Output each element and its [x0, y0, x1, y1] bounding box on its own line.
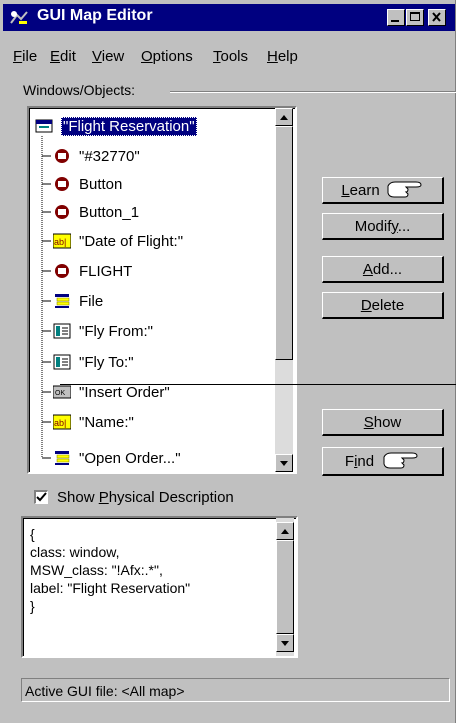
tree-item-label: Button [79, 175, 123, 193]
windows-objects-label: Windows/Objects: [23, 82, 140, 98]
menu-view[interactable]: View [92, 48, 124, 65]
description-scrollbar[interactable] [276, 518, 294, 656]
window-title: GUI Map Editor [37, 7, 153, 24]
list-icon [53, 354, 71, 370]
maximize-button[interactable] [406, 9, 424, 26]
tree-item-label: File [79, 292, 104, 310]
menu-bar: File Edit View Options Tools Help [3, 35, 455, 65]
menu-edit[interactable]: Edit [50, 48, 76, 65]
svg-text:ab|: ab| [54, 237, 66, 247]
scroll-up-button[interactable] [275, 108, 293, 126]
show-button[interactable]: Show [322, 409, 444, 436]
connector-line [60, 384, 456, 385]
tree-item-label: "Fly To:" [79, 353, 134, 371]
tree-item[interactable]: Button_1 [53, 198, 139, 226]
show-physical-label[interactable]: Show Physical Description [57, 489, 234, 506]
add-button[interactable]: Add... [322, 256, 444, 283]
tree-item-label: Button_1 [79, 203, 140, 221]
tree-scrollbar[interactable] [275, 108, 293, 472]
show-physical-checkbox[interactable] [34, 490, 48, 504]
tree-item[interactable]: "#32770" [53, 142, 140, 170]
gui-map-editor-window: GUI Map Editor File Edit View Options To… [0, 0, 456, 723]
description-line: { [30, 526, 35, 542]
tree-item-label: FLIGHT [79, 262, 133, 280]
tree-item[interactable]: Button [53, 170, 122, 198]
description-line: class: window, [30, 544, 120, 560]
window-icon [35, 119, 53, 133]
checkmark-icon [36, 492, 47, 502]
group-divider [170, 91, 456, 93]
edit-field-icon: ab| [53, 414, 71, 430]
tree-item[interactable]: OK "Insert Order" [53, 378, 170, 406]
description-line: label: "Flight Reservation" [30, 580, 191, 596]
scroll-down-button[interactable] [276, 634, 294, 652]
dialog-icon [55, 149, 69, 163]
menu-icon [55, 294, 70, 308]
description-line: MSW_class: "!Afx:.*", [30, 562, 163, 578]
title-bar[interactable]: GUI Map Editor [3, 4, 455, 31]
physical-description-box[interactable]: { class: window, MSW_class: "!Afx:.*", l… [21, 516, 298, 658]
menu-options[interactable]: Options [141, 48, 193, 65]
tree-item[interactable]: ab| "Date of Flight:" [53, 227, 183, 255]
tree-item[interactable]: "Open Order..." [53, 444, 181, 472]
push-button-icon: OK [53, 385, 71, 399]
tree-item[interactable]: ab| "Name:" [53, 408, 134, 436]
arrow-up-icon [280, 114, 288, 120]
status-bar: Active GUI file: <All map> [21, 678, 450, 702]
scroll-thumb[interactable] [275, 126, 293, 360]
scroll-thumb[interactable] [276, 540, 294, 634]
menu-help[interactable]: Help [267, 48, 298, 65]
tree-item[interactable]: "Fly To:" [53, 348, 134, 376]
tree-item-label: "Name:" [79, 413, 134, 431]
tree-item-label: "Insert Order" [79, 383, 170, 401]
app-icon [10, 11, 28, 24]
tree-root-item[interactable]: "Flight Reservation" [35, 112, 197, 140]
objects-tree[interactable]: "Flight Reservation" "#32770" Button But… [27, 106, 297, 474]
svg-text:ab|: ab| [54, 418, 66, 428]
tree-item[interactable]: "Fly From:" [53, 317, 153, 345]
dialog-icon [55, 264, 69, 278]
pointing-hand-icon [383, 452, 418, 469]
menu-tools[interactable]: Tools [213, 48, 248, 65]
dialog-icon [55, 177, 69, 191]
close-button[interactable] [428, 9, 446, 26]
minimize-button[interactable] [387, 9, 405, 26]
learn-button[interactable]: Learn [322, 177, 444, 204]
tree-item[interactable]: FLIGHT [53, 257, 132, 285]
modify-button[interactable]: Modify... [322, 213, 444, 240]
edit-field-icon: ab| [53, 233, 71, 249]
scroll-down-button[interactable] [275, 454, 293, 472]
tree-item-label: "Fly From:" [79, 322, 153, 340]
svg-text:OK: OK [55, 390, 65, 397]
tree-root-label: "Flight Reservation" [61, 116, 197, 136]
arrow-up-icon [281, 528, 289, 534]
minimize-icon [391, 20, 399, 22]
scroll-up-button[interactable] [276, 522, 294, 540]
arrow-down-icon [281, 640, 289, 646]
tree-item-label: "Open Order..." [79, 449, 181, 467]
pointing-hand-icon [387, 181, 422, 198]
list-icon [53, 323, 71, 339]
menu-file[interactable]: File [13, 48, 37, 65]
find-button[interactable]: Find [322, 447, 444, 476]
menu-icon [55, 451, 70, 465]
close-icon [432, 12, 441, 22]
maximize-icon [410, 12, 420, 21]
arrow-down-icon [280, 460, 288, 466]
dialog-icon [55, 205, 69, 219]
delete-button[interactable]: Delete [322, 292, 444, 319]
tree-item-label: "#32770" [79, 147, 140, 165]
description-line: } [30, 598, 35, 614]
tree-item[interactable]: File [53, 287, 103, 315]
tree-item-label: "Date of Flight:" [79, 232, 184, 250]
